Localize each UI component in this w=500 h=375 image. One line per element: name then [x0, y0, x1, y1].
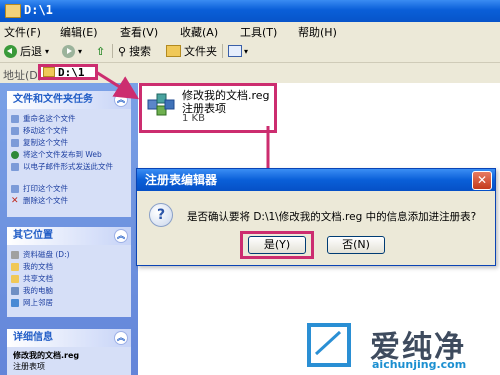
task-pane: 文件和文件夹任务 ︽ 重命名这个文件 移动这个文件 复制这个文件 将这个文件发布…	[0, 83, 138, 375]
address-bar: 地址(D) D:\1	[0, 63, 500, 83]
tasks-panel-title: 文件和文件夹任务	[13, 94, 93, 105]
delete-icon: ✕	[11, 196, 19, 206]
place-label: 网上邻居	[23, 298, 53, 307]
move-icon	[11, 127, 19, 135]
task-publish-web[interactable]: 将这个文件发布到 Web	[7, 149, 131, 161]
email-icon	[11, 163, 19, 171]
details-file-type: 注册表项	[13, 362, 45, 371]
back-label: 后退	[20, 45, 42, 58]
task-label: 复制这个文件	[23, 138, 68, 147]
watermark: 爱纯净 aichunjing.com	[306, 320, 500, 375]
chevron-down-icon: ▾	[45, 46, 50, 56]
details-header[interactable]: 详细信息 ︽	[7, 329, 131, 347]
close-icon[interactable]: ✕	[472, 171, 492, 190]
place-data-disk[interactable]: 资料磁盘 (D:)	[7, 249, 131, 261]
rename-icon	[11, 115, 19, 123]
chevron-down-icon: ▾	[244, 46, 249, 56]
tasks-panel: 文件和文件夹任务 ︽ 重命名这个文件 移动这个文件 复制这个文件 将这个文件发布…	[7, 91, 131, 217]
search-label: 搜索	[129, 45, 152, 58]
back-button[interactable]: 后退 ▾	[4, 43, 49, 59]
folder-icon	[11, 263, 19, 271]
chevron-down-icon: ▾	[78, 46, 83, 56]
dialog-titlebar[interactable]: 注册表编辑器 ✕	[137, 169, 495, 191]
task-rename[interactable]: 重命名这个文件	[7, 113, 131, 125]
forward-button[interactable]: ▾	[62, 43, 82, 59]
task-label: 删除这个文件	[23, 196, 68, 205]
search-button[interactable]: ⚲ 搜索	[118, 43, 151, 59]
window-title: D:\1	[24, 3, 53, 17]
file-size: 1 KB	[182, 113, 205, 124]
network-icon	[11, 299, 19, 307]
shared-folder-icon	[11, 275, 19, 283]
task-label: 以电子邮件形式发送此文件	[23, 162, 113, 171]
dialog-message: 是否确认要将 D:\1\修改我的文档.reg 中的信息添加进注册表?	[187, 211, 477, 223]
task-print[interactable]: 打印这个文件	[7, 183, 131, 195]
task-copy[interactable]: 复制这个文件	[7, 137, 131, 149]
place-label: 资料磁盘 (D:)	[23, 250, 70, 259]
registry-file-icon	[147, 93, 175, 116]
menu-favorites[interactable]: 收藏(A)	[180, 24, 218, 40]
registry-editor-dialog: 注册表编辑器 ✕ ? 是否确认要将 D:\1\修改我的文档.reg 中的信息添加…	[136, 168, 496, 266]
yes-button[interactable]: 是(Y)	[248, 236, 306, 254]
computer-icon	[11, 287, 19, 295]
place-label: 我的文档	[23, 262, 53, 271]
task-label: 移动这个文件	[23, 126, 68, 135]
question-icon: ?	[149, 203, 173, 227]
views-button[interactable]: ▾	[228, 43, 248, 59]
folder-icon	[5, 4, 21, 18]
menu-file[interactable]: 文件(F)	[4, 24, 41, 40]
folder-icon	[43, 67, 55, 77]
copy-icon	[11, 139, 19, 147]
views-icon	[228, 45, 242, 57]
menu-edit[interactable]: 编辑(E)	[60, 24, 98, 40]
other-places-header[interactable]: 其它位置 ︽	[7, 227, 131, 245]
other-places-title: 其它位置	[13, 230, 53, 241]
menu-help[interactable]: 帮助(H)	[298, 24, 337, 40]
watermark-url: aichunjing.com	[372, 358, 467, 371]
place-my-computer[interactable]: 我的电脑	[7, 285, 131, 297]
back-arrow-icon	[4, 44, 17, 58]
collapse-icon[interactable]: ︽	[114, 331, 128, 345]
printer-icon	[11, 185, 19, 193]
menu-tools[interactable]: 工具(T)	[240, 24, 277, 40]
menu-view[interactable]: 查看(V)	[120, 24, 158, 40]
dialog-title: 注册表编辑器	[145, 173, 218, 187]
details-file-name: 修改我的文档.reg	[13, 351, 80, 360]
task-email[interactable]: 以电子邮件形式发送此文件	[7, 161, 131, 183]
place-network[interactable]: 网上邻居	[7, 297, 131, 309]
collapse-icon[interactable]: ︽	[114, 93, 128, 107]
collapse-icon[interactable]: ︽	[114, 229, 128, 243]
search-icon: ⚲	[118, 44, 127, 58]
no-button[interactable]: 否(N)	[327, 236, 385, 254]
details-panel: 详细信息 ︽ 修改我的文档.reg 注册表项	[7, 329, 131, 375]
task-label: 将这个文件发布到 Web	[23, 150, 102, 159]
up-folder-button[interactable]: ⇧	[96, 43, 105, 59]
task-label: 重命名这个文件	[23, 114, 76, 123]
task-label: 打印这个文件	[23, 184, 68, 193]
task-delete[interactable]: ✕ 删除这个文件	[7, 195, 131, 207]
place-my-documents[interactable]: 我的文档	[7, 261, 131, 273]
folders-button[interactable]: 文件夹	[166, 43, 217, 59]
globe-icon	[11, 151, 19, 159]
task-move[interactable]: 移动这个文件	[7, 125, 131, 137]
address-label: 地址(D)	[3, 69, 43, 82]
tasks-panel-header[interactable]: 文件和文件夹任务 ︽	[7, 91, 131, 109]
address-input[interactable]: D:\1	[38, 64, 98, 80]
place-shared-documents[interactable]: 共享文档	[7, 273, 131, 285]
folder-icon	[166, 45, 181, 57]
brand-logo-icon	[307, 323, 351, 367]
other-places-panel: 其它位置 ︽ 资料磁盘 (D:) 我的文档 共享文档 我的电脑 网上邻居	[7, 227, 131, 317]
address-value: D:\1	[58, 65, 85, 79]
toolbar: 后退 ▾ ▾ ⇧ ⚲ 搜索 文件夹 ▾	[0, 40, 500, 63]
window-titlebar[interactable]: D:\1	[0, 0, 500, 22]
folders-label: 文件夹	[184, 45, 217, 58]
place-label: 共享文档	[23, 274, 53, 283]
forward-arrow-icon	[62, 44, 75, 58]
file-item[interactable]: 修改我的文档.reg 注册表项 1 KB	[139, 83, 277, 133]
details-title: 详细信息	[13, 332, 53, 343]
menu-bar: 文件(F) 编辑(E) 查看(V) 收藏(A) 工具(T) 帮助(H)	[0, 22, 500, 41]
drive-icon	[11, 251, 19, 259]
place-label: 我的电脑	[23, 286, 53, 295]
up-arrow-icon: ⇧	[96, 44, 106, 58]
